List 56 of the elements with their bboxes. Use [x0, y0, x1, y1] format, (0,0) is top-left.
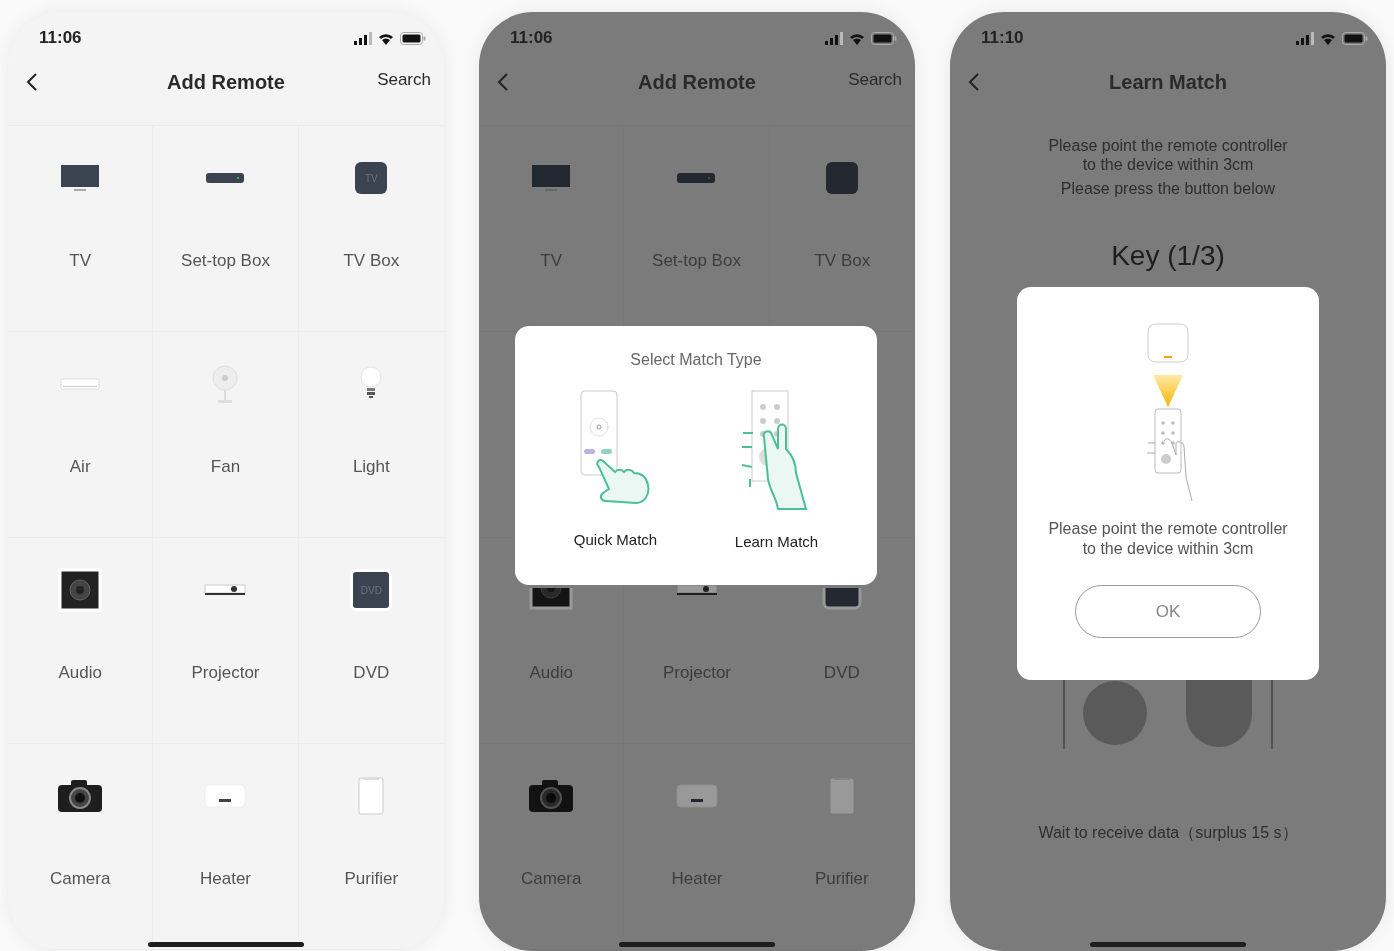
set-top-box-icon — [205, 172, 246, 184]
battery-icon — [871, 31, 897, 45]
speaker-icon — [529, 588, 574, 610]
device-label[interactable]: Light — [352, 457, 390, 477]
device-label[interactable]: DVD — [353, 663, 390, 683]
heater-icon — [676, 784, 718, 808]
signal-icon — [1296, 31, 1314, 45]
device-label[interactable]: Camera — [49, 869, 111, 889]
speaker-icon — [58, 568, 103, 612]
match-option[interactable]: Quick Match — [573, 389, 658, 550]
device-label[interactable]: Purifier — [344, 869, 399, 889]
screen-title: Add Remote — [167, 70, 285, 94]
device-label[interactable]: Fan — [210, 457, 241, 477]
tv-icon — [531, 164, 572, 192]
battery-icon — [400, 31, 426, 45]
projector-icon — [204, 582, 247, 598]
camera-icon — [528, 779, 575, 813]
device-label[interactable]: TV — [69, 251, 92, 271]
search-button[interactable]: Search — [377, 70, 431, 90]
back-icon[interactable] — [26, 72, 38, 92]
key-progress: Key (1/3) — [1111, 239, 1225, 273]
match-option[interactable]: Learn Match — [734, 389, 819, 550]
status-time: 11:06 — [510, 28, 553, 48]
device-label[interactable]: Audio — [58, 663, 102, 683]
signal-icon — [354, 31, 372, 45]
screen-title: Add Remote — [638, 70, 756, 94]
device-label[interactable]: Heater — [199, 869, 251, 889]
set-top-box-icon — [676, 172, 717, 184]
heater-icon — [204, 784, 247, 808]
device-label[interactable]: Projector — [191, 663, 260, 683]
device-label[interactable]: TV Box — [343, 251, 400, 271]
tv-box-icon — [826, 162, 859, 194]
wifi-icon — [850, 31, 864, 45]
fan-icon — [210, 364, 241, 404]
signal-icon — [825, 31, 843, 45]
wifi-icon — [379, 31, 393, 45]
tv-icon — [60, 164, 101, 192]
purifier-icon — [357, 776, 386, 816]
ok-button[interactable]: OK — [1075, 585, 1261, 638]
status-time: 11:10 — [981, 28, 1024, 48]
device-label[interactable]: Air — [69, 457, 91, 477]
dialog-title: Select Match Type — [630, 351, 762, 369]
instruction-text: Please point the remote controller to the device within 3cm — [1047, 136, 1289, 174]
wait-status: Wait to receive data（surplus 15 s） — [1038, 823, 1298, 843]
search-button[interactable]: Search — [848, 70, 902, 90]
status-time: 11:06 — [39, 28, 82, 48]
device-label[interactable]: Set-top Box — [181, 251, 270, 271]
camera-icon — [57, 779, 104, 813]
dvd-icon — [821, 588, 862, 610]
air-conditioner-icon — [60, 378, 101, 390]
instruction-text: Please press the button below — [1059, 179, 1277, 198]
screen-title: Learn Match — [1109, 70, 1227, 94]
wifi-icon — [1321, 31, 1335, 45]
purifier-icon — [827, 776, 856, 816]
dialog-message: Please point the remote controller to the device within 3cm — [1047, 519, 1289, 559]
battery-icon — [1342, 31, 1368, 45]
